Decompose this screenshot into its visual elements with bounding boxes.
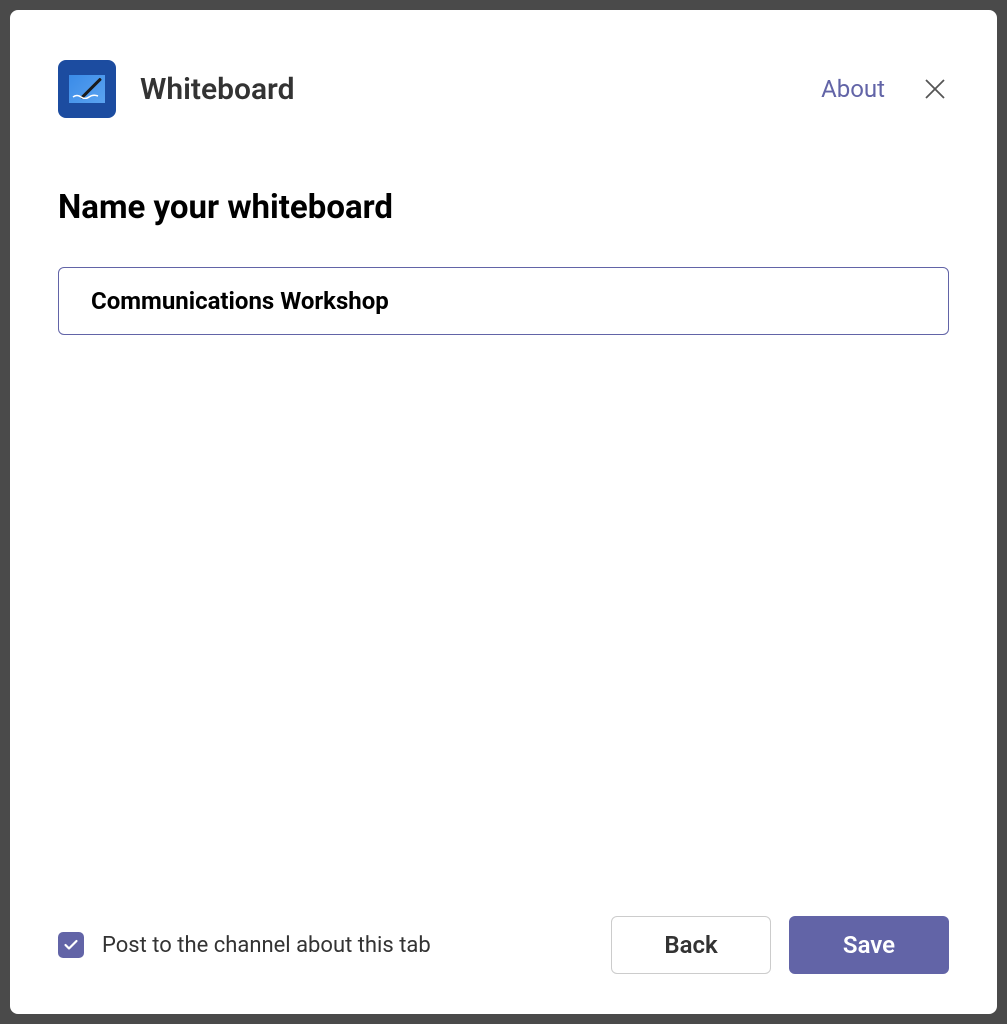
whiteboard-app-icon (58, 60, 116, 118)
dialog-content: Name your whiteboard (58, 188, 949, 916)
post-to-channel-group: Post to the channel about this tab (58, 932, 431, 958)
app-title: Whiteboard (140, 72, 294, 107)
section-title: Name your whiteboard (58, 188, 949, 227)
checkmark-icon (63, 937, 79, 953)
whiteboard-dialog: Whiteboard About Name your whiteboard Po… (10, 10, 997, 1014)
about-link[interactable]: About (821, 75, 885, 103)
post-to-channel-checkbox[interactable] (58, 932, 84, 958)
dialog-buttons: Back Save (611, 916, 949, 974)
header-right: About (821, 75, 949, 103)
dialog-footer: Post to the channel about this tab Back … (58, 916, 949, 974)
whiteboard-name-input[interactable] (58, 267, 949, 335)
save-button[interactable]: Save (789, 916, 949, 974)
dialog-header: Whiteboard About (58, 60, 949, 118)
back-button[interactable]: Back (611, 916, 771, 974)
close-icon (923, 77, 947, 101)
close-button[interactable] (921, 75, 949, 103)
header-left: Whiteboard (58, 60, 294, 118)
post-to-channel-label: Post to the channel about this tab (102, 933, 431, 958)
